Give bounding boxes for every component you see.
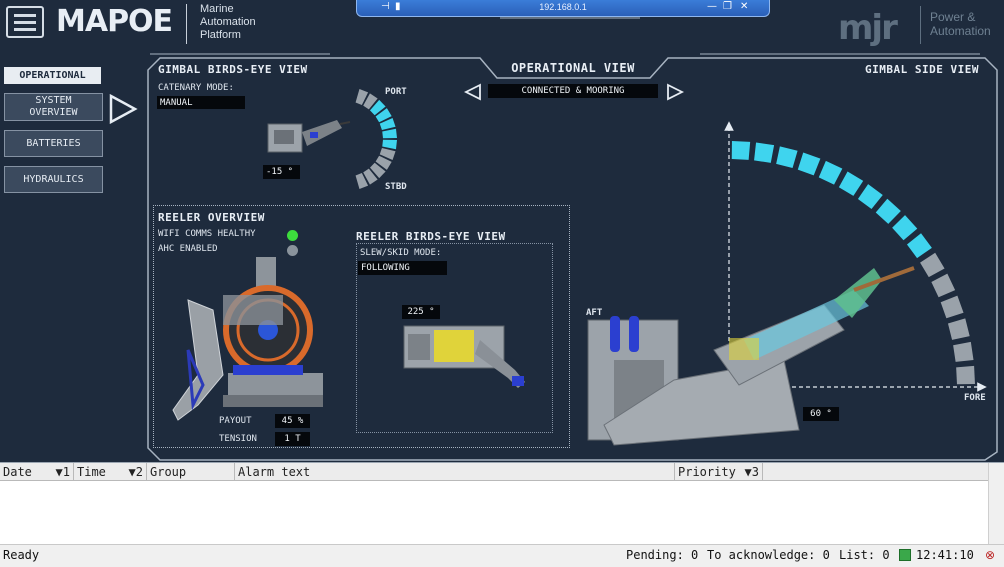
status-bar: Ready Pending: 0 To acknowledge: 0 List:… [0,544,1004,567]
tension-value: 1 T [275,432,310,446]
alarm-scrollbar[interactable] [988,463,1004,545]
wifi-comms-label: WIFI COMMS HEALTHY [158,229,256,239]
gauge-segment [731,141,751,160]
gauge-segment [776,146,798,169]
gauge-segment [754,142,775,163]
operational-mode-display: CONNECTED & MOORING [488,84,658,98]
alarm-table-header: Date ▼1 Time ▼2 Group Alarm text Priorit… [0,463,988,481]
sort-desc-icon: ▼2 [128,465,143,479]
payout-value: 45 % [275,414,310,428]
gauge-segment [931,273,956,298]
ahc-enabled-label: AHC ENABLED [158,244,218,254]
gauge-segment [892,215,918,241]
fore-label: FORE [964,393,986,403]
column-time[interactable]: Time ▼2 [74,463,147,481]
to-acknowledge-count: To acknowledge: 0 [707,548,830,562]
tension-label: TENSION [219,434,257,444]
reeler-overview-title: REELER OVERVIEW [158,211,265,224]
gauge-segment [797,152,821,176]
next-mode-arrow-icon[interactable] [665,83,685,101]
gauge-segment [382,139,397,150]
gauge-segment [940,295,964,319]
gauge-segment [947,318,970,340]
gimbal-side-angle: 60 ° [803,407,839,421]
slew-skid-mode-value: FOLLOWING [358,261,447,275]
reeler-birdseye-angle: 225 ° [402,305,440,319]
alarm-bell-icon[interactable]: ⊗ [985,548,995,562]
port-label: PORT [385,87,407,97]
column-priority[interactable]: Priority ▼3 [675,463,763,481]
gimbal-top-illustration [267,120,351,153]
ready-status: Ready [3,548,40,562]
gauge-segment [956,365,975,385]
gimbal-birdseye-gauge [355,89,397,189]
reeler-top-illustration [403,325,525,388]
gauge-segment [382,128,397,139]
network-icon [899,549,911,561]
reeler-illustration [172,257,323,421]
gimbal-side-illustration [587,266,915,446]
column-alarm-text[interactable]: Alarm text [235,463,675,481]
sort-desc-icon: ▼3 [744,465,759,479]
slew-skid-mode-label: SLEW/SKID MODE: [360,248,442,258]
list-count: List: 0 [839,548,890,562]
column-group[interactable]: Group [147,463,235,481]
clock: 12:41:10 [916,548,974,562]
sort-desc-icon: ▼1 [55,465,70,479]
alarm-table: Date ▼1 Time ▼2 Group Alarm text Priorit… [0,462,1004,545]
wifi-status-indicator [287,230,298,241]
payout-label: PAYOUT [219,416,252,426]
gimbal-side-title: GIMBAL SIDE VIEW [865,63,979,76]
reeler-birdseye-title: REELER BIRDS-EYE VIEW [356,230,506,243]
catenary-mode-value: MANUAL [157,96,245,109]
gimbal-birdseye-title: GIMBAL BIRDS-EYE VIEW [158,63,308,76]
catenary-mode-label: CATENARY MODE: [158,83,234,93]
operational-view-title: OPERATIONAL VIEW [511,61,635,75]
prev-mode-arrow-icon[interactable] [463,83,483,101]
pending-count: Pending: 0 [626,548,699,562]
gauge-segment [818,160,843,185]
gimbal-birdseye-angle: -15 ° [263,165,300,179]
gauge-segment [857,184,883,210]
gauge-segment [838,171,864,196]
gauge-segment [875,198,901,224]
column-date[interactable]: Date ▼1 [0,463,74,481]
gauge-segment [953,341,974,362]
gauge-segment [906,233,932,259]
stbd-label: STBD [385,182,407,192]
